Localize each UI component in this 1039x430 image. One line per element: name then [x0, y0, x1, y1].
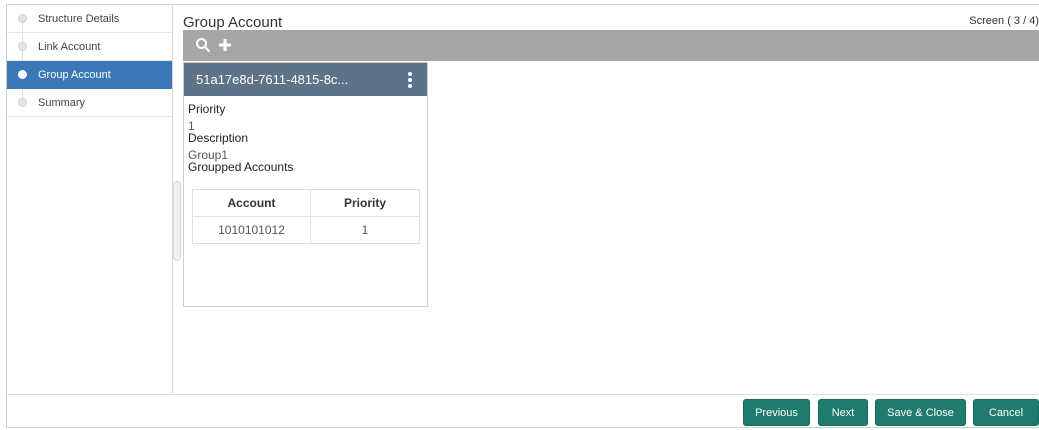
step-label: Link Account — [38, 40, 101, 53]
footer-bar: Previous Next Save & Close Cancel — [7, 394, 1039, 429]
column-header-account: Account — [192, 189, 311, 217]
cancel-button[interactable]: Cancel — [973, 399, 1039, 426]
step-dot-icon — [18, 14, 27, 23]
step-group-account[interactable]: Group Account — [7, 61, 172, 89]
step-label: Structure Details — [38, 12, 120, 25]
grouped-accounts-table: Account Priority 1010101012 1 — [192, 189, 420, 244]
next-button[interactable]: Next — [818, 399, 868, 426]
group-account-card: 51a17e8d-7611-4815-8c... Priority 1 Desc… — [183, 62, 428, 307]
card-body: Priority 1 Description Group1 Groupped A… — [184, 96, 427, 174]
account-cell: 1010101012 — [192, 216, 311, 244]
step-dot-icon — [18, 98, 27, 107]
table-row: 1010101012 1 — [192, 216, 420, 244]
step-label: Group Account — [38, 68, 111, 81]
page-title: Group Account — [183, 14, 283, 31]
app-frame: Structure Details Link Account Group Acc… — [6, 4, 1039, 428]
step-dot-icon — [18, 42, 27, 51]
add-icon[interactable] — [216, 36, 234, 54]
step-summary[interactable]: Summary — [7, 89, 172, 117]
grouped-accounts-label: Groupped Accounts — [188, 160, 294, 174]
search-icon[interactable] — [194, 36, 212, 54]
step-link-account[interactable]: Link Account — [7, 33, 172, 61]
column-header-priority: Priority — [310, 189, 420, 217]
priority-label: Priority — [188, 102, 226, 116]
step-dot-icon — [18, 70, 27, 79]
train-stop-nav: Structure Details Link Account Group Acc… — [7, 5, 172, 117]
screen-indicator: Screen ( 3 / 4) — [969, 15, 1039, 27]
more-options-icon[interactable] — [407, 72, 413, 88]
step-structure-details[interactable]: Structure Details — [7, 5, 172, 33]
step-label: Summary — [38, 96, 86, 109]
description-label: Description — [188, 131, 249, 145]
table-header-row: Account Priority — [192, 189, 420, 217]
priority-cell: 1 — [310, 216, 420, 244]
card-header: 51a17e8d-7611-4815-8c... — [184, 63, 427, 96]
card-title: 51a17e8d-7611-4815-8c... — [196, 72, 349, 87]
collapse-handle[interactable] — [173, 181, 181, 261]
previous-button[interactable]: Previous — [743, 399, 810, 426]
card-toolbar — [183, 30, 1039, 61]
save-and-close-button[interactable]: Save & Close — [875, 399, 966, 426]
